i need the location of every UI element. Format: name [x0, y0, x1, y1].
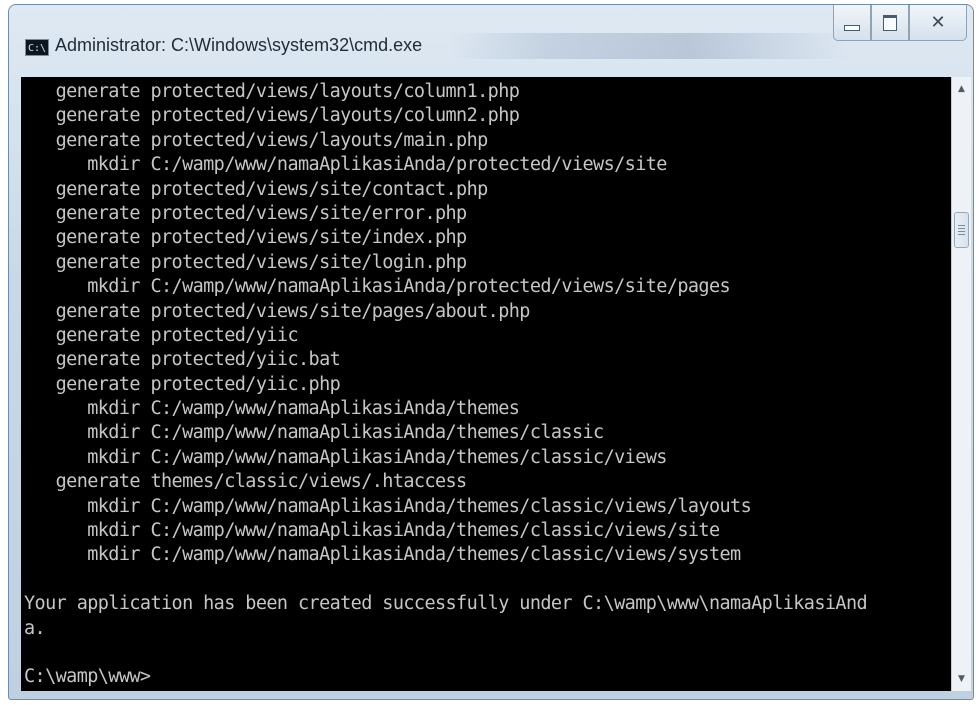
title-bar-background: [449, 33, 849, 59]
console-line: mkdir C:/wamp/www/namaAplikasiAnda/theme…: [24, 422, 604, 444]
console-line: generate protected/views/site/error.php: [24, 202, 468, 224]
console-line: generate protected/views/site/index.php: [24, 227, 468, 249]
console-line: mkdir C:/wamp/www/namaAplikasiAnda/theme…: [24, 446, 667, 468]
console-line: generate protected/views/site/contact.ph…: [24, 178, 489, 200]
console-line: a.: [24, 617, 46, 639]
console-line: mkdir C:/wamp/www/namaAplikasiAnda/theme…: [24, 520, 720, 542]
console-line: generate protected/views/layouts/main.ph…: [24, 129, 489, 151]
console-line: mkdir C:/wamp/www/namaAplikasiAnda/prote…: [24, 154, 667, 176]
scroll-thumb[interactable]: [954, 212, 969, 248]
console-line: mkdir C:/wamp/www/namaAplikasiAnda/theme…: [24, 398, 520, 420]
minimize-icon: [844, 24, 860, 31]
console-line: mkdir C:/wamp/www/namaAplikasiAnda/theme…: [24, 495, 752, 517]
console-line: generate protected/yiic: [24, 324, 299, 346]
console-line: Your application has been created succes…: [24, 593, 868, 615]
console-line: generate protected/views/layouts/column1…: [24, 81, 520, 102]
console-output[interactable]: generate protected/views/layouts/column1…: [21, 77, 951, 691]
console-line: generate protected/views/layouts/column2…: [24, 105, 520, 127]
title-bar[interactable]: C:\ Administrator: C:\Windows\system32\c…: [9, 5, 973, 77]
console-line: generate protected/yiic.php: [24, 373, 341, 395]
vertical-scrollbar[interactable]: ▲ ▼: [951, 77, 971, 691]
window-controls: ✕: [833, 5, 967, 45]
window-title: Administrator: C:\Windows\system32\cmd.e…: [55, 35, 423, 55]
console-line: generate protected/yiic.bat: [24, 349, 341, 371]
console-line: generate protected/views/site/login.php: [24, 251, 468, 273]
scroll-down-icon[interactable]: ▼: [952, 669, 971, 689]
console-line: mkdir C:/wamp/www/namaAplikasiAnda/theme…: [24, 544, 741, 566]
console-icon[interactable]: C:\: [25, 39, 49, 56]
close-button[interactable]: ✕: [909, 5, 967, 41]
maximize-icon: [883, 14, 897, 31]
scroll-up-icon[interactable]: ▲: [952, 79, 971, 99]
console-line: mkdir C:/wamp/www/namaAplikasiAnda/prote…: [24, 276, 731, 298]
cmd-window: C:\ Administrator: C:\Windows\system32\c…: [8, 4, 974, 700]
console-text: generate protected/views/layouts/column1…: [24, 80, 868, 690]
maximize-button[interactable]: [871, 5, 909, 41]
console-line: generate protected/views/site/pages/abou…: [24, 300, 531, 322]
close-icon: ✕: [930, 11, 946, 33]
minimize-button[interactable]: [833, 5, 871, 41]
console-line: C:\wamp\www>: [24, 666, 151, 688]
grip-icon: [958, 225, 965, 235]
console-line: generate themes/classic/views/.htaccess: [24, 471, 468, 493]
